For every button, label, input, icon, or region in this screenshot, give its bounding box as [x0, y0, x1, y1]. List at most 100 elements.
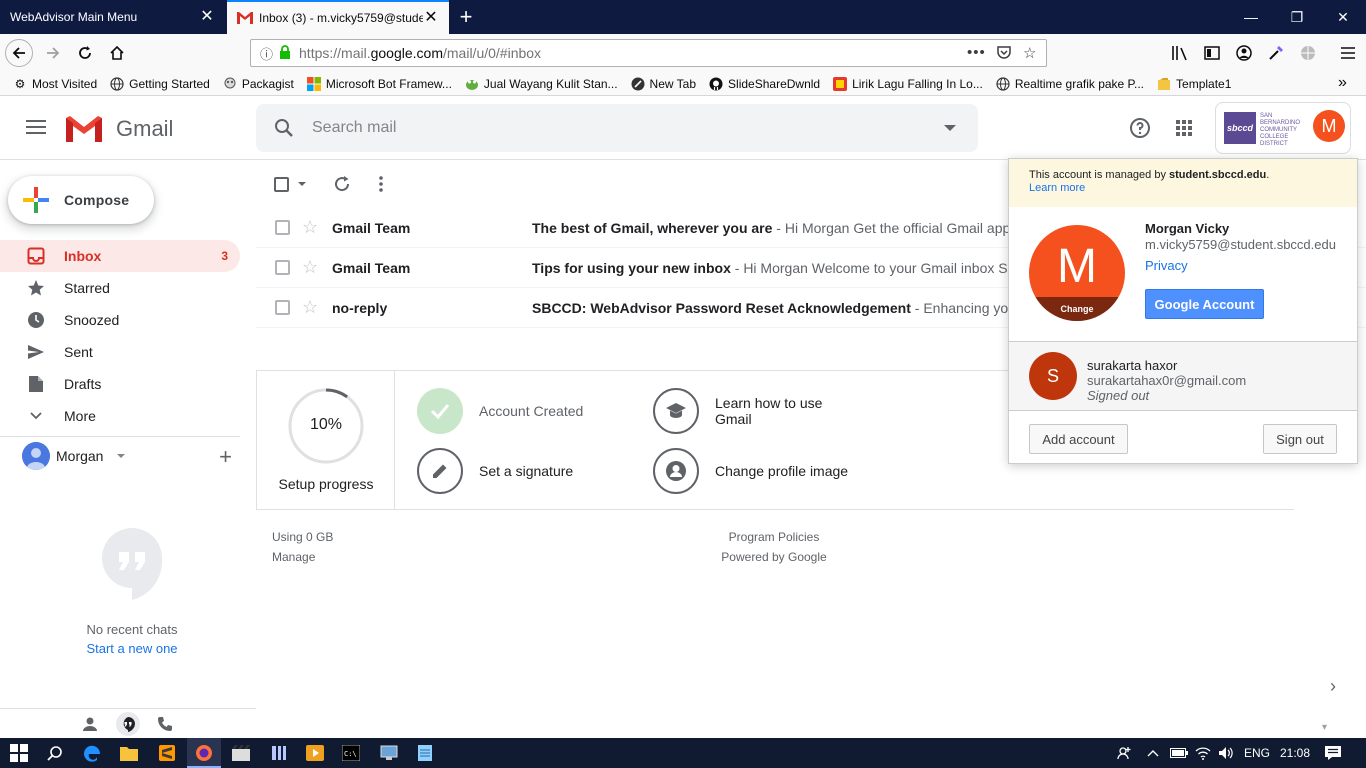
scroll-down-icon[interactable]: ▾ [1322, 722, 1327, 733]
notifications-icon[interactable] [1322, 742, 1344, 764]
edge-icon[interactable] [82, 742, 104, 764]
account-circle-icon[interactable] [1230, 39, 1258, 67]
bookmark-item[interactable]: ⚙ Most Visited [12, 76, 98, 92]
clock-time[interactable]: 21:08 [1280, 746, 1310, 760]
task-learn-gmail[interactable]: Learn how to use Gmail [653, 388, 853, 434]
star-icon[interactable]: ☆ [302, 257, 318, 278]
bookmark-item[interactable]: Realtime grafik pake P... [995, 76, 1144, 92]
page-actions-icon[interactable]: ••• [967, 44, 986, 61]
url-bar[interactable]: ⓘ https://mail.google.com/mail/u/0/#inbo… [250, 39, 1047, 67]
battery-icon[interactable] [1168, 742, 1190, 764]
row-checkbox[interactable] [275, 300, 290, 315]
learn-more-link[interactable]: Learn more [1029, 182, 1337, 195]
window-close-icon[interactable]: ✕ [1320, 0, 1366, 34]
tab-gmail-inbox[interactable]: Inbox (3) - m.vicky5759@student.sbccd.ed… [227, 0, 449, 34]
home-icon[interactable] [103, 39, 131, 67]
compose-button[interactable]: Compose [8, 176, 154, 224]
search-input[interactable] [312, 116, 912, 140]
help-icon[interactable] [1128, 116, 1152, 140]
file-explorer-icon[interactable] [118, 742, 140, 764]
firefox-icon[interactable] [193, 742, 215, 764]
new-conversation-plus-icon[interactable]: + [219, 444, 232, 470]
sublime-icon[interactable] [156, 742, 178, 764]
forward-icon[interactable] [39, 39, 67, 67]
privacy-link[interactable]: Privacy [1145, 258, 1188, 273]
sidebar-item-snoozed[interactable]: Snoozed [0, 304, 240, 336]
input-language[interactable]: ENG [1244, 746, 1270, 760]
people-icon[interactable] [1114, 742, 1136, 764]
search-box[interactable] [256, 104, 978, 152]
sidebar-icon[interactable] [1198, 39, 1226, 67]
windows-start-icon[interactable] [8, 742, 30, 764]
volume-icon[interactable] [1215, 742, 1237, 764]
sidebar-item-more[interactable]: More [0, 400, 240, 432]
eyedropper-icon[interactable] [1262, 39, 1290, 67]
overflow-chevron-icon[interactable]: » [1338, 74, 1347, 92]
menu-icon[interactable] [1334, 39, 1362, 67]
manage-storage-link[interactable]: Manage [272, 547, 333, 567]
back-icon[interactable] [5, 39, 33, 67]
notepad-icon[interactable] [414, 742, 436, 764]
main-menu-icon[interactable] [24, 116, 48, 140]
gmail-logo-icon[interactable] [64, 114, 104, 144]
minimize-icon[interactable]: ― [1228, 0, 1274, 34]
close-icon[interactable]: ✕ [423, 10, 439, 26]
command-prompt-icon[interactable]: C:\ [340, 742, 362, 764]
bookmark-item[interactable]: Template1 [1156, 76, 1231, 92]
star-icon[interactable]: ☆ [302, 217, 318, 238]
task-account-created[interactable]: Account Created [417, 388, 583, 434]
restore-icon[interactable]: ❐ [1274, 0, 1320, 34]
refresh-icon[interactable] [333, 175, 351, 196]
sidebar-item-starred[interactable]: Starred [0, 272, 240, 304]
avatar[interactable]: M [1313, 110, 1345, 142]
start-new-chat-link[interactable]: Start a new one [0, 641, 264, 656]
hangouts-chat-icon[interactable] [116, 712, 140, 736]
media-player-icon[interactable] [304, 742, 326, 764]
bookmark-item[interactable]: New Tab [630, 76, 696, 92]
profile-avatar[interactable]: M Change [1029, 225, 1125, 321]
row-checkbox[interactable] [275, 220, 290, 235]
other-account-row[interactable]: S surakarta haxor surakartahax0r@gmail.c… [1009, 341, 1357, 411]
apps-grid-icon[interactable] [1172, 116, 1196, 140]
search-options-icon[interactable] [944, 125, 956, 131]
contacts-person-icon[interactable] [80, 714, 100, 734]
select-all-checkbox[interactable] [274, 177, 289, 192]
chevron-up-icon[interactable] [1142, 742, 1164, 764]
new-tab-icon[interactable]: + [452, 0, 480, 34]
program-policies-link[interactable]: Program Policies [700, 527, 848, 547]
more-options-icon[interactable] [379, 175, 383, 196]
search-icon[interactable] [44, 742, 66, 764]
task-change-profile-image[interactable]: Change profile image [653, 448, 848, 494]
phone-icon[interactable] [155, 714, 175, 734]
app-icon[interactable] [268, 742, 290, 764]
bookmark-star-icon[interactable]: ☆ [1023, 44, 1036, 62]
account-switcher[interactable]: sbccd San Bernardino Community College D… [1215, 102, 1351, 154]
hangouts-user-selector[interactable]: Morgan + [22, 442, 240, 470]
bookmark-item[interactable]: Microsoft Bot Framew... [306, 76, 452, 92]
reload-icon[interactable] [71, 39, 99, 67]
bookmark-item[interactable]: SlideShareDwnld [708, 76, 820, 92]
change-photo-label[interactable]: Change [1029, 297, 1125, 321]
info-icon[interactable]: ⓘ [260, 44, 273, 63]
video-editor-icon[interactable] [230, 742, 252, 764]
select-dropdown-icon[interactable] [298, 182, 306, 186]
sign-out-button[interactable]: Sign out [1263, 424, 1337, 454]
globe-extension-icon[interactable] [1294, 39, 1322, 67]
add-account-button[interactable]: Add account [1029, 424, 1128, 454]
chevron-right-icon[interactable]: › [1330, 676, 1336, 697]
library-icon[interactable] [1166, 39, 1194, 67]
close-icon[interactable]: ✕ [199, 9, 215, 25]
wifi-icon[interactable] [1192, 742, 1214, 764]
tab-webadvisor[interactable]: WebAdvisor Main Menu ✕ [0, 0, 225, 34]
bookmark-item[interactable]: Lirik Lagu Falling In Lo... [832, 76, 983, 92]
sidebar-item-drafts[interactable]: Drafts [0, 368, 240, 400]
remote-desktop-icon[interactable] [378, 742, 400, 764]
pocket-icon[interactable] [996, 44, 1012, 64]
bookmark-item[interactable]: Packagist [222, 76, 294, 92]
bookmark-item[interactable]: Getting Started [109, 76, 210, 92]
star-icon[interactable]: ☆ [302, 297, 318, 318]
row-checkbox[interactable] [275, 260, 290, 275]
bookmark-item[interactable]: Jual Wayang Kulit Stan... [464, 76, 618, 92]
sidebar-item-sent[interactable]: Sent [0, 336, 240, 368]
task-set-signature[interactable]: Set a signature [417, 448, 573, 494]
